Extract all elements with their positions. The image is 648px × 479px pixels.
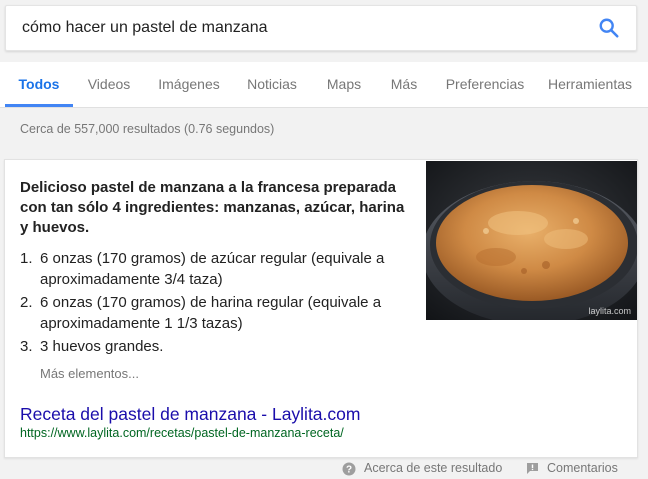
step-number: 1. [20, 250, 33, 267]
result-title-link[interactable]: Receta del pastel de manzana - Laylita.c… [20, 404, 360, 425]
search-input[interactable]: cómo hacer un pastel de manzana [22, 19, 267, 37]
search-header: cómo hacer un pastel de manzana [0, 0, 648, 62]
about-result-label: Acerca de este resultado [364, 461, 503, 475]
tab-todos[interactable]: Todos [5, 62, 73, 107]
steps-list: 1. 6 onzas (170 gramos) de azúcar regula… [20, 248, 415, 359]
svg-text:?: ? [346, 464, 352, 475]
snippet-headline: Delicioso pastel de manzana a la frances… [20, 179, 405, 236]
help-icon: ? [342, 462, 356, 476]
step-number: 2. [20, 294, 33, 311]
search-box[interactable]: cómo hacer un pastel de manzana [5, 5, 637, 51]
list-item: 3. 3 huevos grandes. [20, 336, 415, 357]
step-text: 3 huevos grandes. [40, 338, 164, 355]
more-items-link[interactable]: Más elementos... [40, 366, 139, 381]
image-watermark: laylita.com [588, 306, 631, 316]
feedback-label: Comentarios [547, 461, 618, 475]
featured-snippet-card: Delicioso pastel de manzana a la frances… [4, 159, 638, 458]
tab-videos[interactable]: Videos [80, 62, 138, 107]
feedback-icon [527, 463, 538, 475]
step-text: 6 onzas (170 gramos) de harina regular (… [40, 294, 382, 332]
tab-imagenes[interactable]: Imágenes [153, 62, 225, 107]
list-item: 2. 6 onzas (170 gramos) de harina regula… [20, 292, 415, 334]
tab-noticias[interactable]: Noticias [240, 62, 304, 107]
results-area: Cerca de 557,000 resultados (0.76 segund… [0, 108, 648, 479]
feedback-link[interactable]: Comentarios [526, 461, 618, 475]
about-result-link[interactable]: ? Acerca de este resultado [342, 461, 502, 476]
result-url: https://www.laylita.com/recetas/pastel-d… [20, 426, 344, 440]
step-number: 3. [20, 338, 33, 355]
result-stats: Cerca de 557,000 resultados (0.76 segund… [20, 122, 275, 136]
cake-illustration [426, 161, 637, 320]
tab-maps[interactable]: Maps [320, 62, 368, 107]
tab-herramientas[interactable]: Herramientas [545, 62, 635, 107]
apple-cake-image[interactable]: laylita.com [426, 161, 637, 320]
search-icon[interactable] [598, 17, 620, 39]
list-item: 1. 6 onzas (170 gramos) de azúcar regula… [20, 248, 415, 290]
search-tabs: Todos Videos Imágenes Noticias Maps Más … [0, 62, 648, 108]
step-text: 6 onzas (170 gramos) de azúcar regular (… [40, 250, 385, 288]
tab-mas[interactable]: Más [384, 62, 424, 107]
tab-preferencias[interactable]: Preferencias [440, 62, 530, 107]
